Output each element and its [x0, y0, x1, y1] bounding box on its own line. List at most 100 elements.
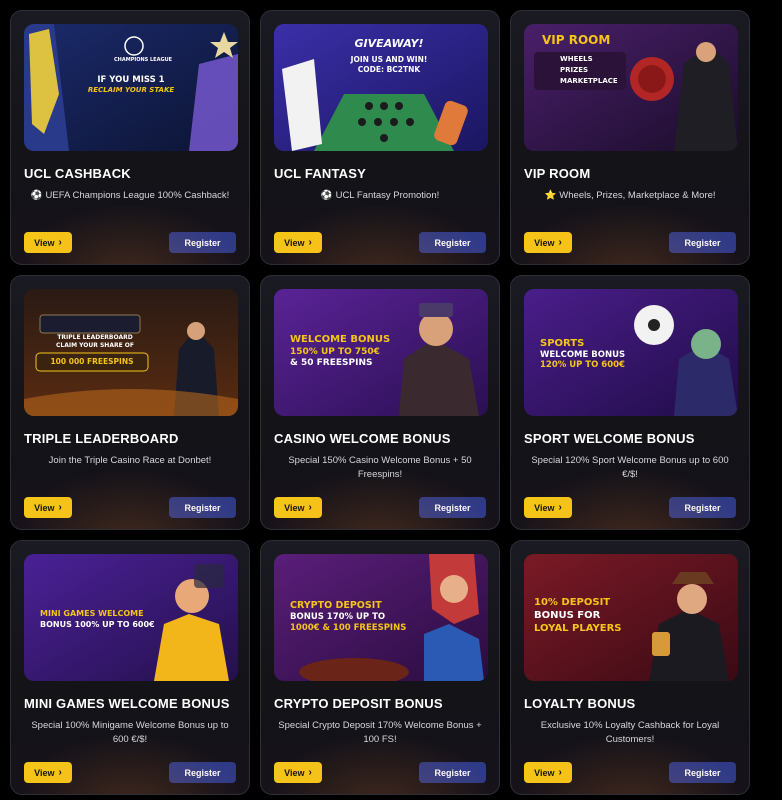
- view-label: View: [534, 767, 555, 778]
- chevron-right-icon: ›: [58, 766, 62, 778]
- view-button[interactable]: View ›: [524, 497, 572, 518]
- register-button[interactable]: Register: [419, 762, 486, 783]
- register-button[interactable]: Register: [169, 762, 236, 783]
- chevron-right-icon: ›: [558, 766, 562, 778]
- promotions-grid: CHAMPIONS LEAGUE IF YOU MISS 1 RECLAIM Y…: [10, 10, 750, 795]
- chevron-right-icon: ›: [308, 501, 312, 513]
- card-description: Special 120% Sport Welcome Bonus up to 6…: [531, 455, 729, 480]
- register-button[interactable]: Register: [669, 497, 736, 518]
- register-button[interactable]: Register: [419, 232, 486, 253]
- promo-card-loyalty-bonus: 10% DEPOSIT BONUS FOR LOYAL PLAYERS LOYA…: [510, 540, 750, 795]
- banner-background: [24, 289, 238, 416]
- card-description: Exclusive 10% Loyalty Cashback for Loyal…: [540, 720, 720, 745]
- card-description-text: UCL Fantasy Promotion!: [335, 190, 440, 201]
- banner-line1: SPORTS: [540, 338, 585, 349]
- view-label: View: [34, 237, 55, 248]
- star-icon: ⭐: [544, 190, 557, 201]
- card-title: UCL CASHBACK: [24, 166, 131, 181]
- banner-line3: 100 000 FREESPINS: [50, 357, 134, 366]
- promo-card-ucl-cashback: CHAMPIONS LEAGUE IF YOU MISS 1 RECLAIM Y…: [10, 10, 250, 265]
- promo-card-sport-welcome-bonus: SPORTS WELCOME BONUS 120% UP TO 600€ SPO…: [510, 275, 750, 530]
- view-button[interactable]: View ›: [524, 762, 572, 783]
- banner-line2: 150% UP TO 750€: [290, 347, 380, 357]
- view-button[interactable]: View ›: [524, 232, 572, 253]
- promo-banner-image[interactable]: VIP ROOM WHEELS PRIZES MARKETPLACE: [524, 24, 738, 151]
- view-button[interactable]: View ›: [24, 497, 72, 518]
- view-label: View: [284, 502, 305, 513]
- banner-line3: CODE: BC2TNK: [357, 65, 421, 74]
- view-button[interactable]: View ›: [274, 232, 322, 253]
- banner-line2: BONUS 100% UP TO 600€: [40, 620, 155, 629]
- promo-banner-image[interactable]: MINI GAMES WELCOME BONUS 100% UP TO 600€: [24, 554, 238, 681]
- promo-card-triple-leaderboard: TRIPLE LEADERBOARD CLAIM YOUR SHARE OF 1…: [10, 275, 250, 530]
- card-description: Special 100% Minigame Welcome Bonus up t…: [31, 720, 229, 745]
- promo-banner-image[interactable]: GIVEAWAY! JOIN US AND WIN! CODE: BC2TNK: [274, 24, 488, 151]
- card-description: ⚽ UEFA Champions League 100% Cashback!: [24, 189, 236, 203]
- banner-line2: BONUS FOR: [534, 610, 601, 621]
- card-title: CRYPTO DEPOSIT BONUS: [274, 696, 443, 711]
- view-button[interactable]: View ›: [274, 497, 322, 518]
- soccer-ball-icon: ⚽: [30, 190, 43, 201]
- chevron-right-icon: ›: [558, 236, 562, 248]
- chevron-right-icon: ›: [58, 501, 62, 513]
- promo-card-mini-games-welcome-bonus: MINI GAMES WELCOME BONUS 100% UP TO 600€…: [10, 540, 250, 795]
- banner-line2: RECLAIM YOUR STAKE: [87, 86, 175, 94]
- register-button[interactable]: Register: [169, 232, 236, 253]
- card-title: MINI GAMES WELCOME BONUS: [24, 696, 230, 711]
- soccer-ball-icon: ⚽: [320, 190, 333, 201]
- view-button[interactable]: View ›: [24, 232, 72, 253]
- banner-top-label: CHAMPIONS LEAGUE: [114, 57, 173, 63]
- card-title: SPORT WELCOME BONUS: [524, 431, 695, 446]
- view-button[interactable]: View ›: [274, 762, 322, 783]
- banner-line2: JOIN US AND WIN!: [350, 55, 428, 64]
- view-label: View: [34, 767, 55, 778]
- chevron-right-icon: ›: [308, 766, 312, 778]
- register-button[interactable]: Register: [669, 762, 736, 783]
- card-title: VIP ROOM: [524, 166, 591, 181]
- banner-line1: IF YOU MISS 1: [97, 75, 165, 85]
- banner-line1: 10% DEPOSIT: [534, 597, 611, 608]
- banner-line3: & 50 FREESPINS: [290, 358, 373, 368]
- banner-line1: VIP ROOM: [542, 33, 611, 47]
- promo-banner-image[interactable]: WELCOME BONUS 150% UP TO 750€ & 50 FREES…: [274, 289, 488, 416]
- card-title: LOYALTY BONUS: [524, 696, 636, 711]
- banner-item: MARKETPLACE: [560, 77, 618, 85]
- card-description-text: Wheels, Prizes, Marketplace & More!: [559, 190, 716, 201]
- banner-item: WHEELS: [560, 55, 593, 63]
- promo-card-casino-welcome-bonus: WELCOME BONUS 150% UP TO 750€ & 50 FREES…: [260, 275, 500, 530]
- card-description: ⚽ UCL Fantasy Promotion!: [274, 189, 486, 203]
- card-title: UCL FANTASY: [274, 166, 367, 181]
- card-description: Join the Triple Casino Race at Donbet!: [48, 455, 212, 466]
- banner-line2: WELCOME BONUS: [540, 350, 626, 360]
- card-title: TRIPLE LEADERBOARD: [24, 431, 179, 446]
- banner-line3: 120% UP TO 600€: [540, 360, 625, 370]
- register-button[interactable]: Register: [669, 232, 736, 253]
- banner-line3: 1000€ & 100 FREESPINS: [290, 623, 407, 633]
- promo-banner-image[interactable]: 10% DEPOSIT BONUS FOR LOYAL PLAYERS: [524, 554, 738, 681]
- chevron-right-icon: ›: [58, 236, 62, 248]
- view-button[interactable]: View ›: [24, 762, 72, 783]
- promo-banner-image[interactable]: CHAMPIONS LEAGUE IF YOU MISS 1 RECLAIM Y…: [24, 24, 238, 151]
- promo-card-crypto-deposit-bonus: CRYPTO DEPOSIT BONUS 170% UP TO 1000€ & …: [260, 540, 500, 795]
- banner-line1: GIVEAWAY!: [354, 37, 424, 50]
- view-label: View: [534, 502, 555, 513]
- banner-line2: CLAIM YOUR SHARE OF: [56, 342, 134, 349]
- view-label: View: [534, 237, 555, 248]
- card-title: CASINO WELCOME BONUS: [274, 431, 451, 446]
- card-description: Special 150% Casino Welcome Bonus + 50 F…: [288, 455, 472, 480]
- banner-line1: CRYPTO DEPOSIT: [290, 600, 382, 611]
- register-button[interactable]: Register: [419, 497, 486, 518]
- banner-line1: TRIPLE LEADERBOARD: [57, 334, 133, 341]
- card-description: Special Crypto Deposit 170% Welcome Bonu…: [278, 720, 482, 745]
- promo-banner-image[interactable]: CRYPTO DEPOSIT BONUS 170% UP TO 1000€ & …: [274, 554, 488, 681]
- banner-line2: BONUS 170% UP TO: [290, 612, 386, 622]
- banner-item: PRIZES: [560, 66, 589, 74]
- promo-card-ucl-fantasy: GIVEAWAY! JOIN US AND WIN! CODE: BC2TNK …: [260, 10, 500, 265]
- register-button[interactable]: Register: [169, 497, 236, 518]
- chevron-right-icon: ›: [308, 236, 312, 248]
- promo-banner-image[interactable]: SPORTS WELCOME BONUS 120% UP TO 600€: [524, 289, 738, 416]
- promo-banner-image[interactable]: TRIPLE LEADERBOARD CLAIM YOUR SHARE OF 1…: [24, 289, 238, 416]
- banner-line1: MINI GAMES WELCOME: [40, 609, 144, 618]
- view-label: View: [34, 502, 55, 513]
- view-label: View: [284, 237, 305, 248]
